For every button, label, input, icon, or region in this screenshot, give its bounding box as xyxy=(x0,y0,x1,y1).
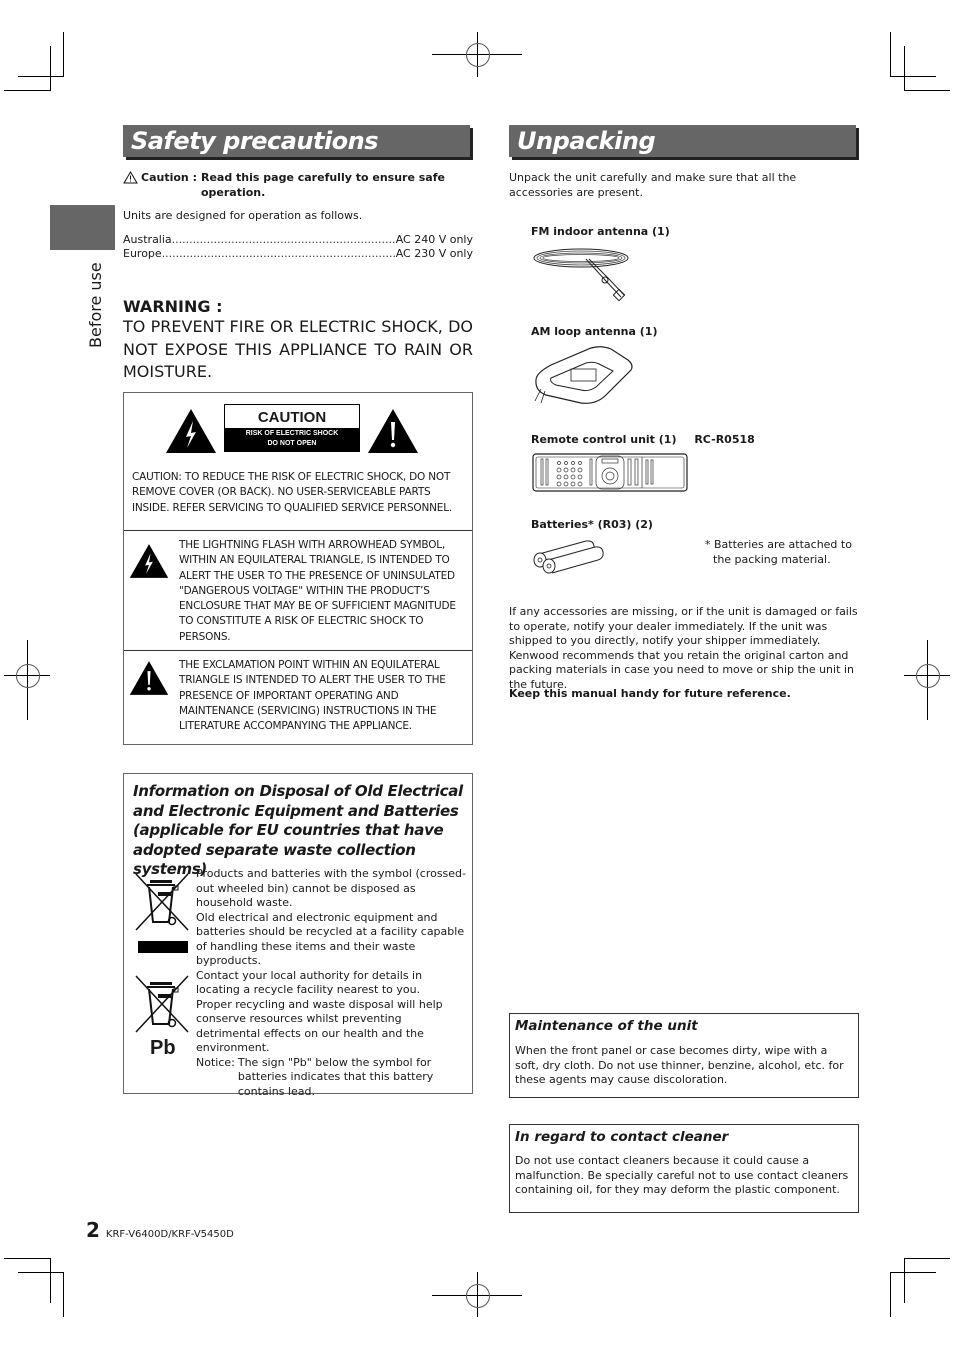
warning-text: TO PREVENT FIRE OR ELECTRIC SHOCK, DO NO… xyxy=(123,317,473,381)
disposal-box: Information on Disposal of Old Electrica… xyxy=(123,773,473,1098)
crossed-bin-battery-icon xyxy=(134,974,192,1038)
lightning-small-icon xyxy=(129,543,169,583)
unpacking-intro: Unpack the unit carefully and make sure … xyxy=(509,171,797,199)
remote-label: Remote control unit (1) xyxy=(531,433,677,446)
caution-label: CAUTION RISK OF ELECTRIC SHOCK DO NOT OP… xyxy=(224,404,360,452)
warning-triangle-icon xyxy=(123,171,138,200)
disposal-title: Information on Disposal of Old Electrica… xyxy=(133,782,463,878)
warning-heading: WARNING : xyxy=(123,297,223,316)
exclamation-triangle-icon xyxy=(367,408,419,458)
unpacking-section-title: Unpacking xyxy=(509,125,856,157)
exclamation-explanation: THE EXCLAMATION POINT WITHIN AN EQUILATE… xyxy=(179,659,446,733)
side-tab-marker xyxy=(50,205,115,250)
voltage-list: Australia ..............................… xyxy=(123,233,473,261)
caution-text-line1: Read this page carefully to ensure safe xyxy=(200,171,445,184)
warning-block: WARNING : TO PREVENT FIRE OR ELECTRIC SH… xyxy=(123,297,473,384)
page-footer: 2 KRF-V6400D/KRF-V5450D xyxy=(86,1218,234,1242)
remote-control-icon xyxy=(532,453,690,497)
remote-model: RC-R0518 xyxy=(694,433,755,446)
keep-manual-note: Keep this manual handy for future refere… xyxy=(509,687,791,700)
caution-note: Caution : Read this page carefully to en… xyxy=(123,171,473,200)
voltage-region: Europe xyxy=(123,247,162,260)
lightning-explanation: THE LIGHTNING FLASH WITH ARROWHEAD SYMBO… xyxy=(179,539,456,643)
divider xyxy=(124,530,472,531)
side-tab-label: Before use xyxy=(86,258,112,348)
contact-cleaner-box: In regard to contact cleaner Do not use … xyxy=(509,1124,859,1213)
caution-statement: CAUTION: TO REDUCE THE RISK OF ELECTRIC … xyxy=(132,471,453,514)
caution-text-line2: operation. xyxy=(200,185,266,199)
model-number: KRF-V6400D/KRF-V5450D xyxy=(105,1229,234,1240)
maintenance-title: Maintenance of the unit xyxy=(515,1018,698,1034)
disposal-paragraph: Contact your local authority for details… xyxy=(196,968,423,997)
battery-note-line1: * Batteries are attached to xyxy=(705,538,852,551)
voltage-value: AC 230 V only xyxy=(395,247,473,260)
batteries-icon xyxy=(531,538,606,578)
voltage-value: AC 240 V only xyxy=(395,233,473,246)
voltage-row: Europe .................................… xyxy=(123,247,473,260)
battery-note: * Batteries are attached to the packing … xyxy=(705,538,852,567)
lightning-triangle-icon xyxy=(165,408,217,458)
accessory-label: Remote control unit (1) RC-R0518 xyxy=(531,433,755,446)
am-loop-antenna-icon xyxy=(531,345,636,417)
caution-label-line2: DO NOT OPEN xyxy=(267,440,317,447)
maintenance-text: When the front panel or case becomes dir… xyxy=(515,1044,844,1087)
units-intro: Units are designed for operation as foll… xyxy=(123,209,363,222)
caution-prefix: Caution : xyxy=(141,171,197,184)
side-tab-text: Before use xyxy=(86,262,105,348)
battery-note-line2: the packing material. xyxy=(713,552,831,566)
divider xyxy=(124,650,472,651)
caution-label-line1: RISK OF ELECTRIC SHOCK xyxy=(245,430,339,437)
bin-underline-bar xyxy=(138,941,188,953)
fm-antenna-icon xyxy=(531,243,636,309)
disposal-paragraph: Proper recycling and waste disposal will… xyxy=(196,997,443,1055)
pb-symbol: Pb xyxy=(150,1037,176,1059)
accessory-label: FM indoor antenna (1) xyxy=(531,225,670,238)
notice-label: Notice: xyxy=(196,1055,235,1069)
missing-accessories-text: If any accessories are missing, or if th… xyxy=(509,605,858,691)
accessory-label: Batteries* (R03) (2) xyxy=(531,518,653,531)
disposal-paragraph: Old electrical and electronic equipment … xyxy=(196,910,465,968)
accessory-label: AM loop antenna (1) xyxy=(531,325,658,338)
disposal-text: Products and batteries with the symbol (… xyxy=(196,867,468,1099)
exclamation-small-icon xyxy=(129,660,169,700)
contact-cleaner-text: Do not use contact cleaners because it c… xyxy=(515,1154,849,1197)
disposal-notice: Notice: The sign "Pb" below the symbol f… xyxy=(196,1056,468,1100)
safety-section-title: Safety precautions xyxy=(123,125,470,157)
caution-label-band: RISK OF ELECTRIC SHOCK DO NOT OPEN xyxy=(225,428,359,451)
maintenance-box: Maintenance of the unit When the front p… xyxy=(509,1013,859,1098)
disposal-paragraph: Products and batteries with the symbol (… xyxy=(196,867,467,909)
contact-cleaner-title: In regard to contact cleaner xyxy=(515,1129,729,1145)
caution-box: CAUTION RISK OF ELECTRIC SHOCK DO NOT OP… xyxy=(123,392,473,745)
page-number: 2 xyxy=(86,1218,100,1242)
crossed-bin-icon xyxy=(134,872,192,936)
voltage-region: Australia xyxy=(123,233,172,246)
voltage-row: Australia ..............................… xyxy=(123,233,473,246)
notice-text: The sign "Pb" below the symbol for batte… xyxy=(237,1055,434,1098)
